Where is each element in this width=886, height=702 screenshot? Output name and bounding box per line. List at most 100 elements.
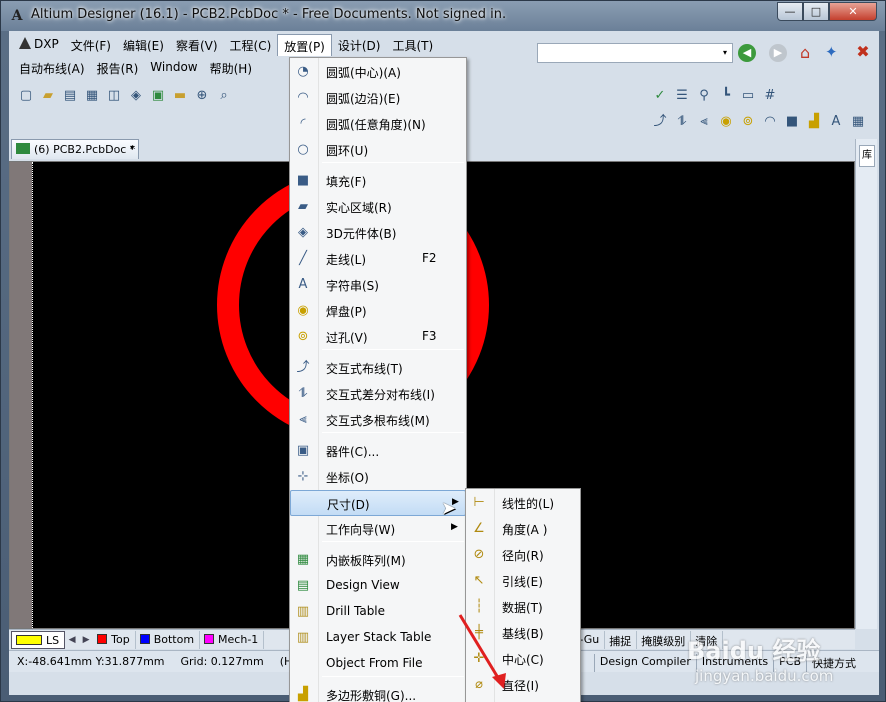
place-menu-item[interactable]: ▥ Layer Stack Table <box>290 625 466 651</box>
layer-tab-mech-1[interactable]: Mech-1 <box>200 630 265 649</box>
grid-icon[interactable]: # <box>761 87 779 105</box>
menu-help[interactable]: 帮助(H) <box>204 57 258 79</box>
place-menu-item-label: Drill Table <box>326 604 386 618</box>
arrow-right-icon[interactable]: ▶ <box>769 44 787 62</box>
maximize-button[interactable]: □ <box>803 2 829 21</box>
layer-bar-option[interactable]: 掩膜级别 <box>637 630 692 649</box>
place-menu-item[interactable]: ▣ 器件(C)... <box>290 438 466 464</box>
dimension-menu-item[interactable]: ↖ 引线(E) <box>466 568 580 594</box>
save-icon[interactable]: ▤ <box>61 87 79 105</box>
place-menu-item[interactable]: ▤ Design View <box>290 573 466 599</box>
minimize-button[interactable]: — <box>777 2 803 21</box>
arc-toolbar-icon[interactable]: ◠ <box>761 113 779 131</box>
place-menu-item[interactable]: ○ 圆环(U) <box>290 137 466 163</box>
layout-icon[interactable]: ┗ <box>717 87 735 105</box>
line-icon: ╱ <box>299 251 307 266</box>
document-tab[interactable]: (6) PCB2.PcbDoc * ▾ <box>11 139 139 159</box>
place-menu-item[interactable]: ▦ 内嵌板阵列(M) <box>290 547 466 573</box>
dimension-menu-item[interactable]: ⊘ 径向(R) <box>466 542 580 568</box>
pad-toolbar-icon[interactable]: ◉ <box>717 113 735 131</box>
zoom-fit-icon[interactable]: ⊕ <box>193 87 211 105</box>
place-menu-item[interactable]: ■ 填充(F) <box>290 168 466 194</box>
panel-button[interactable]: Design Compiler <box>593 654 696 672</box>
place-menu-item[interactable]: 尺寸(D) ▶ <box>290 490 466 516</box>
print-icon[interactable]: ▦ <box>83 87 101 105</box>
place-menu-item[interactable]: ⫷ 交互式多根布线(M) <box>290 407 466 433</box>
place-menu-item[interactable]: ◠ 圆弧(边沿)(E) <box>290 85 466 111</box>
via-toolbar-icon[interactable]: ⊚ <box>739 113 757 131</box>
close-window-button[interactable]: ✕ <box>829 2 877 21</box>
search-combo[interactable]: ▾ <box>537 43 733 63</box>
place-menu-item-label: 圆弧(中心)(A) <box>326 66 401 80</box>
menu-window[interactable]: Window <box>144 57 203 79</box>
menu-project[interactable]: 工程(C) <box>224 34 278 56</box>
place-menu-item[interactable]: ⊹ 坐标(O) <box>290 464 466 490</box>
layer-bar-option[interactable]: 捕捉 <box>605 630 638 649</box>
layer-scroll-right-icon[interactable]: ▶ <box>79 635 93 645</box>
chevron-down-icon[interactable]: ▾ <box>130 143 134 152</box>
place-menu-item[interactable]: ◜ 圆弧(任意角度)(N) <box>290 111 466 137</box>
menu-dxp[interactable]: DXP <box>13 34 65 56</box>
place-menu-item[interactable]: Object From File <box>290 651 466 677</box>
dimension-menu-item[interactable]: ⊢ 线性的(L) <box>466 490 580 516</box>
menu-label: 自动布线(A) <box>19 62 85 76</box>
zoom-area-icon[interactable]: ⌕ <box>215 87 233 105</box>
favorites-icon[interactable]: ✦ <box>825 43 838 61</box>
menu-design[interactable]: 设计(D) <box>332 34 387 56</box>
place-menu-item[interactable]: A 字符串(S) <box>290 272 466 298</box>
title-bar[interactable]: A Altium Designer (16.1) - PCB2.PcbDoc *… <box>1 1 885 31</box>
home-icon[interactable]: ⌂ <box>800 43 810 62</box>
side-panel-tab[interactable]: 库 <box>859 145 875 167</box>
menu-edit[interactable]: 编辑(E) <box>117 34 170 56</box>
board-icon[interactable]: ▣ <box>149 87 167 105</box>
place-menu-item[interactable]: ╱ 走线(L) F2 <box>290 246 466 272</box>
altium-app-icon[interactable]: A <box>9 8 25 24</box>
current-layer-indicator[interactable]: LS <box>11 630 66 649</box>
room-icon[interactable]: ▭ <box>739 87 757 105</box>
menu-tools[interactable]: 工具(T) <box>386 34 439 56</box>
menu-file[interactable]: 文件(F) <box>65 34 117 56</box>
search-dropdown-arrow[interactable]: ▾ <box>718 44 732 62</box>
current-layer-label: LS <box>46 633 60 647</box>
close-document-icon[interactable]: ✖ <box>854 43 872 61</box>
menu-separator <box>322 541 464 542</box>
checkmark-icon[interactable]: ✓ <box>651 87 669 105</box>
menu-separator <box>322 162 464 163</box>
3d-view-icon[interactable]: ◈ <box>127 87 145 105</box>
place-menu-item[interactable]: ⥮ 交互式差分对布线(I) <box>290 381 466 407</box>
new-file-icon[interactable]: ▢ <box>17 87 35 105</box>
place-menu-item[interactable]: ▰ 实心区域(R) <box>290 194 466 220</box>
menu-place[interactable]: 放置(P) <box>277 34 332 56</box>
place-menu-item[interactable]: ▟ 多边形敷铜(G)... <box>290 682 466 702</box>
layer-tab-top[interactable]: Top <box>93 630 136 649</box>
multi-route-icon[interactable]: ⫷ <box>695 113 713 131</box>
fill-toolbar-icon[interactable]: ■ <box>783 113 801 131</box>
arrow-left-icon[interactable]: ◀ <box>738 44 756 62</box>
array-paste-icon[interactable]: ▦ <box>849 113 867 131</box>
place-menu-item[interactable]: ◉ 焊盘(P) <box>290 298 466 324</box>
menu-reports[interactable]: 报告(R) <box>91 57 145 79</box>
print-preview-icon[interactable]: ◫ <box>105 87 123 105</box>
place-menu-item[interactable]: ◔ 圆弧(中心)(A) <box>290 59 466 85</box>
folder-icon[interactable]: ▬ <box>171 87 189 105</box>
find-icon[interactable]: ⚲ <box>695 87 713 105</box>
string-toolbar-icon[interactable]: A <box>827 113 845 131</box>
place-menu-item[interactable]: ⊚ 过孔(V) F3 <box>290 324 466 350</box>
dimension-menu-item[interactable]: ∠ 角度(A ) <box>466 516 580 542</box>
open-folder-icon[interactable]: ▰ <box>39 87 57 105</box>
menu-view[interactable]: 察看(V) <box>170 34 224 56</box>
layer-tab-bottom[interactable]: Bottom <box>136 630 201 649</box>
menu-autoroute[interactable]: 自动布线(A) <box>13 57 91 79</box>
align-icon[interactable]: ☰ <box>673 87 691 105</box>
route-icon[interactable]: ⤴ <box>651 113 669 131</box>
place-menu-item[interactable]: ⤴ 交互式布线(T) <box>290 355 466 381</box>
diff-route-icon[interactable]: ⥮ <box>673 113 691 131</box>
dimension-menu-item-label: 角度(A ) <box>502 523 548 537</box>
polygon-toolbar-icon[interactable]: ▟ <box>805 113 823 131</box>
layer-stack-table-icon: ▥ <box>296 630 310 645</box>
place-menu-item[interactable]: ◈ 3D元件体(B) <box>290 220 466 246</box>
place-menu-item[interactable]: 工作向导(W) ▶ <box>290 516 466 542</box>
layer-scroll-left-icon[interactable]: ◀ <box>65 635 79 645</box>
menu-separator <box>322 349 464 350</box>
place-menu-item[interactable]: ▥ Drill Table <box>290 599 466 625</box>
